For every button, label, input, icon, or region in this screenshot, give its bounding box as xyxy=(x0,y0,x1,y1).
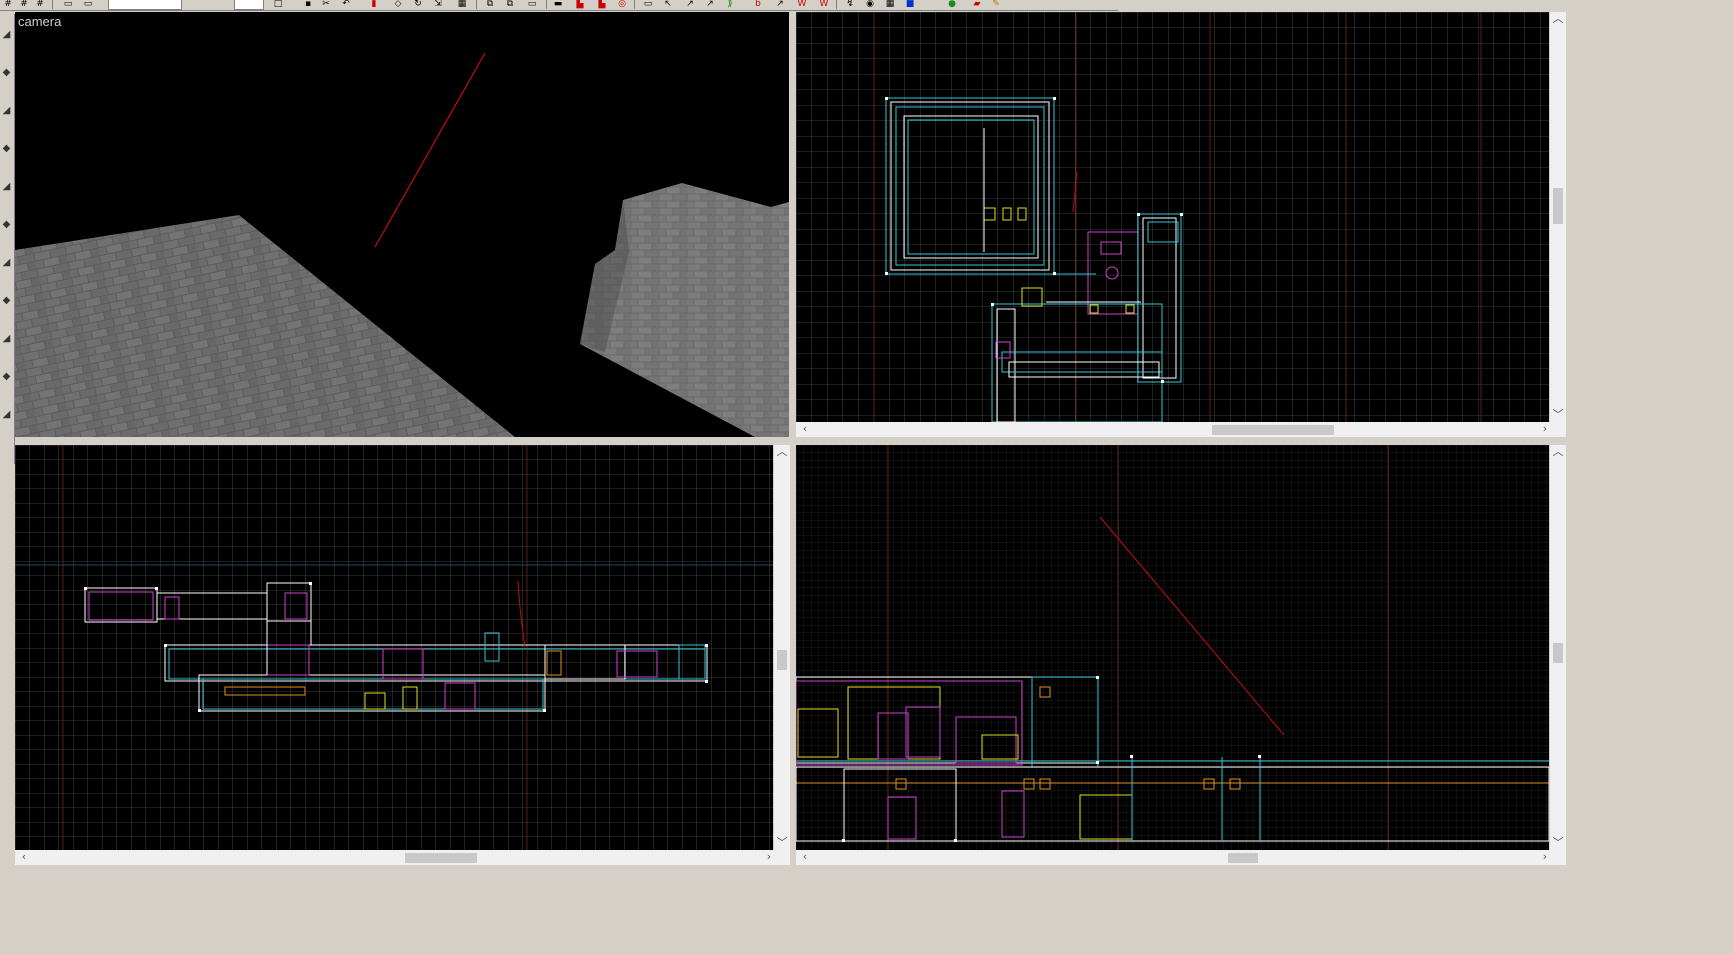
csg-icon[interactable]: ⧉ xyxy=(504,0,516,9)
undo-icon[interactable]: ↶ xyxy=(340,0,352,9)
tool-icon[interactable]: ◢ xyxy=(0,180,13,194)
tool-icon[interactable]: ◆ xyxy=(0,66,13,80)
camera-viewport[interactable]: camera xyxy=(15,12,789,437)
side-view-vscroll[interactable]: ︿ ﹀ xyxy=(1550,445,1566,850)
patch-icon[interactable]: W xyxy=(818,0,830,9)
scroll-thumb[interactable] xyxy=(1228,853,1258,863)
select-icon[interactable]: ▭ xyxy=(82,0,94,9)
top-view-grid xyxy=(796,12,1549,422)
grid-icon[interactable]: # xyxy=(2,0,14,9)
scroll-down-icon[interactable]: ﹀ xyxy=(1551,836,1565,850)
cut-icon[interactable]: ✂ xyxy=(320,0,332,9)
scroll-right-icon[interactable]: › xyxy=(762,850,776,864)
top-view-vscroll[interactable]: ︿ ﹀ xyxy=(1550,12,1566,422)
clip-icon[interactable]: ◇ xyxy=(392,0,404,9)
scroll-thumb[interactable] xyxy=(405,853,477,863)
scroll-down-icon[interactable]: ﹀ xyxy=(775,836,789,850)
light-icon[interactable]: ✎ xyxy=(990,0,1002,9)
scroll-thumb[interactable] xyxy=(1553,643,1563,663)
scroll-up-icon[interactable]: ︿ xyxy=(775,445,789,459)
tool-icon[interactable]: ◆ xyxy=(0,370,13,384)
filter-icon[interactable]: ⟫ xyxy=(724,0,736,9)
brush-icon[interactable]: ▮ xyxy=(368,0,380,9)
side-view-grid xyxy=(796,445,1549,850)
tool-icon[interactable]: ◆ xyxy=(0,142,13,156)
filter-icon[interactable]: ▭ xyxy=(642,0,654,9)
camera-render xyxy=(15,52,789,437)
patch-icon[interactable]: W xyxy=(796,0,808,9)
select-icon[interactable]: ▭ xyxy=(62,0,74,9)
help-icon[interactable]: ↯ xyxy=(844,0,856,9)
csg-icon[interactable]: ⧉ xyxy=(484,0,496,9)
front-view-hscroll[interactable]: ‹ › xyxy=(15,850,790,865)
tool-icon[interactable]: ◢ xyxy=(0,104,13,118)
scroll-right-icon[interactable]: › xyxy=(1538,850,1552,864)
grid-icon[interactable]: # xyxy=(34,0,46,9)
scroll-left-icon[interactable]: ‹ xyxy=(17,850,31,864)
texture-icon[interactable]: ▦ xyxy=(456,0,468,9)
side-view-hscroll[interactable]: ‹ › xyxy=(796,850,1566,865)
scroll-down-icon[interactable]: ﹀ xyxy=(1551,408,1565,422)
rotate-icon[interactable]: ↻ xyxy=(412,0,424,9)
tool-icon[interactable]: ◢ xyxy=(0,256,13,270)
scroll-up-icon[interactable]: ︿ xyxy=(1551,12,1565,26)
texture-combo[interactable] xyxy=(108,0,182,10)
grid-icon[interactable]: # xyxy=(18,0,30,9)
scroll-left-icon[interactable]: ‹ xyxy=(798,850,812,864)
left-toolbar: ◢ ◆ ◢ ◆ ◢ ◆ ◢ ◆ ◢ ◆ ◢ xyxy=(0,14,15,464)
light-icon[interactable]: ◎ xyxy=(616,0,628,9)
tool-icon[interactable]: ◆ xyxy=(0,218,13,232)
texture-icon[interactable]: ▦ xyxy=(884,0,896,9)
select-icon[interactable]: ↖ xyxy=(662,0,674,9)
scroll-thumb[interactable] xyxy=(777,650,787,670)
main-toolbar: # # # ▭ ▭ □ ▪ ✂ ↶ ▮ ◇ ↻ ⇲ ▦ ⧉ ⧉ ▭ ▬ ▙ ▙ … xyxy=(0,0,1118,11)
tool-icon[interactable]: ◢ xyxy=(0,408,13,422)
rotate-icon[interactable]: ↗ xyxy=(704,0,716,9)
select-icon[interactable]: ↗ xyxy=(774,0,786,9)
new-icon[interactable]: □ xyxy=(272,0,284,9)
tool-icon[interactable]: ◆ xyxy=(0,294,13,308)
patch-icon[interactable]: b xyxy=(752,0,764,9)
entity-icon[interactable]: ▬ xyxy=(552,0,564,9)
viewport-label: camera xyxy=(18,14,62,29)
side-view-viewport[interactable] xyxy=(796,445,1549,850)
top-view-viewport[interactable] xyxy=(796,12,1549,422)
scroll-thumb[interactable] xyxy=(1212,425,1334,435)
tool-icon[interactable]: ◢ xyxy=(0,332,13,346)
color-icon[interactable]: ■ xyxy=(904,0,916,9)
front-view-grid xyxy=(15,445,773,850)
rotate-icon[interactable]: ↗ xyxy=(684,0,696,9)
front-view-vscroll[interactable]: ︿ ﹀ xyxy=(774,445,790,850)
save-icon[interactable]: ▪ xyxy=(302,0,314,9)
camera-direction-line xyxy=(374,52,486,248)
tool-icon[interactable]: ◢ xyxy=(0,28,13,42)
scroll-right-icon[interactable]: › xyxy=(1538,422,1552,436)
scroll-up-icon[interactable]: ︿ xyxy=(1551,445,1565,459)
grid-size-combo[interactable] xyxy=(234,0,264,10)
camera-icon[interactable]: ▭ xyxy=(526,0,538,9)
scale-icon[interactable]: ⇲ xyxy=(432,0,444,9)
patch-icon[interactable]: ▙ xyxy=(574,0,586,9)
scroll-thumb[interactable] xyxy=(1553,188,1563,224)
front-view-viewport[interactable] xyxy=(15,445,773,850)
scroll-left-icon[interactable]: ‹ xyxy=(798,422,812,436)
patch-icon[interactable]: ▙ xyxy=(596,0,608,9)
help-icon[interactable]: ● xyxy=(946,0,958,9)
top-view-hscroll[interactable]: ‹ › xyxy=(796,422,1566,437)
light-icon[interactable]: ◉ xyxy=(864,0,876,9)
draw-icon[interactable]: ▰ xyxy=(966,0,988,9)
